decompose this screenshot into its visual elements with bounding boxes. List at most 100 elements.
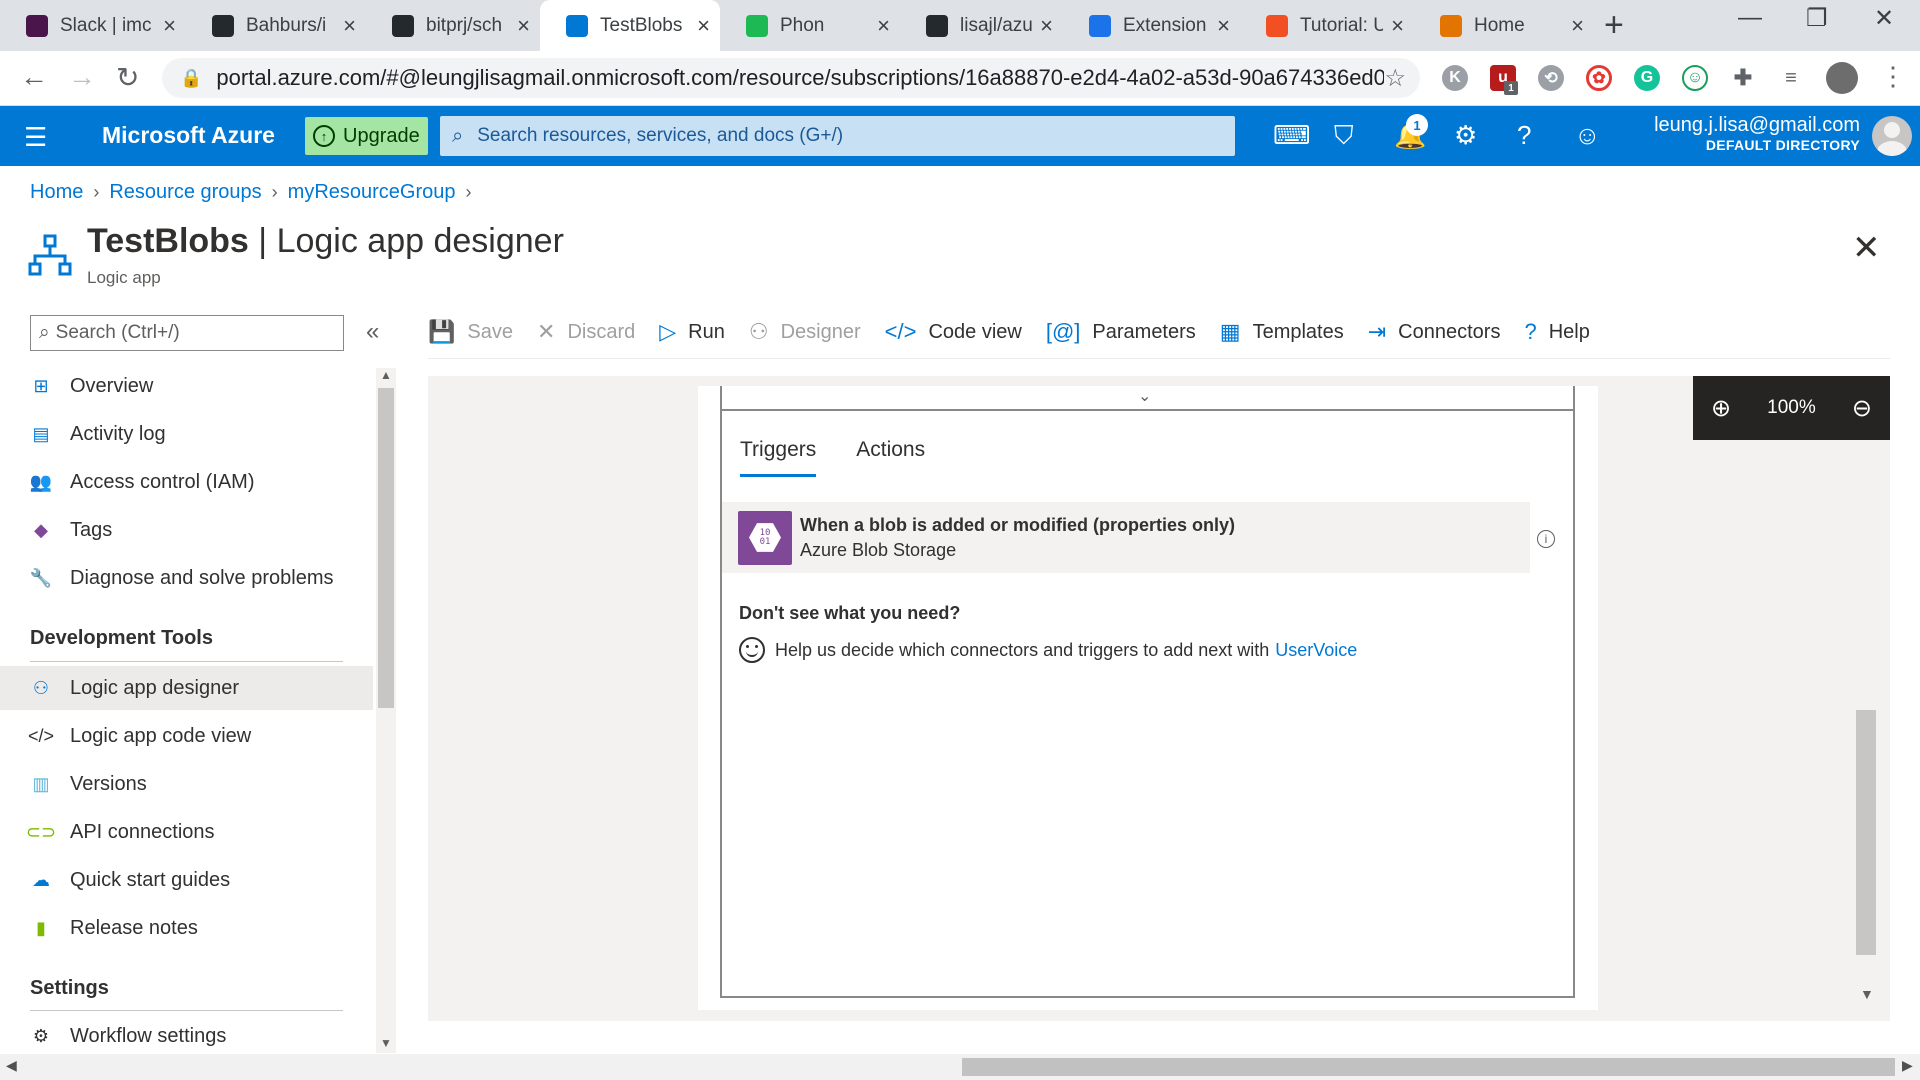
chevron-down-icon[interactable]: ⌄ <box>1138 386 1151 406</box>
sidebar-item[interactable]: ☁ Quick start guides <box>0 858 373 902</box>
browser-tab[interactable]: Bahburs/i × <box>186 0 366 51</box>
close-blade-icon[interactable]: ✕ <box>1852 228 1881 268</box>
connectors-button[interactable]: ⇥ Connectors <box>1368 319 1501 345</box>
zoom-in-icon[interactable]: ⊕ <box>1711 394 1731 423</box>
gear-icon: ⚙ <box>32 1025 50 1046</box>
sidebar-item[interactable]: </> Logic app code view <box>0 714 373 758</box>
close-tab-icon[interactable]: × <box>517 13 530 39</box>
smiley-extension-icon[interactable]: ☺ <box>1682 65 1708 91</box>
azure-brand[interactable]: Microsoft Azure <box>102 122 275 149</box>
nav-search-input[interactable]: ⌕ Search (Ctrl+/) <box>30 315 344 351</box>
sidebar-item[interactable]: 👥 Access control (IAM) <box>0 460 373 504</box>
browser-tab[interactable]: bitprj/sch × <box>366 0 540 51</box>
breadcrumb-home[interactable]: Home <box>30 181 83 204</box>
canvas-scroll-thumb[interactable] <box>1856 710 1876 955</box>
sidebar-item[interactable]: ⊞ Overview <box>0 364 373 408</box>
nav-scrollbar[interactable]: ▲ ▼ <box>376 368 396 1053</box>
page-title: TestBlobs | Logic app designer <box>87 222 564 261</box>
browser-tab[interactable]: TestBlobs × <box>540 0 720 51</box>
directory-filter-icon[interactable]: ⛉ <box>1334 120 1354 152</box>
close-tab-icon[interactable]: × <box>1217 13 1230 39</box>
browser-menu-icon[interactable]: ⋮ <box>1880 61 1906 92</box>
user-avatar[interactable] <box>1872 116 1912 156</box>
browser-tab[interactable]: Extension × <box>1063 0 1240 51</box>
sidebar-item[interactable]: ▤ Activity log <box>0 412 373 456</box>
global-search-input[interactable]: ⌕ Search resources, services, and docs (… <box>440 116 1235 156</box>
help-question-icon[interactable]: ? <box>1517 120 1531 151</box>
browser-tab[interactable]: Slack | imc × <box>0 0 186 51</box>
back-icon[interactable]: ← <box>20 61 48 93</box>
browser-tab[interactable]: Phon × <box>720 0 900 51</box>
parameters-button[interactable]: [@] Parameters <box>1046 319 1196 345</box>
zoom-out-icon[interactable]: ⊖ <box>1852 394 1872 423</box>
scroll-right-icon[interactable]: ▶ <box>1902 1057 1913 1074</box>
forward-icon[interactable]: → <box>68 61 96 93</box>
sidebar-item[interactable]: ⚇ Logic app designer <box>0 666 373 710</box>
close-tab-icon[interactable]: × <box>697 13 710 39</box>
extension-icon[interactable]: ✿ <box>1586 65 1612 91</box>
close-tab-icon[interactable]: × <box>1571 13 1584 39</box>
close-tab-icon[interactable]: × <box>343 13 356 39</box>
designer-button[interactable]: ⚇ Designer <box>749 319 861 345</box>
url-text[interactable]: portal.azure.com/#@leungjlisagmail.onmic… <box>216 65 1384 91</box>
feedback-smiley-icon[interactable]: ☺ <box>1574 120 1601 151</box>
sidebar-item[interactable]: ⊂⊃ API connections <box>0 810 373 854</box>
sidebar-item[interactable]: ▮ Release notes <box>0 906 373 950</box>
sidebar-item[interactable]: ◆ Tags <box>0 508 373 552</box>
restore-button[interactable]: ❐ <box>1806 4 1828 33</box>
cloud-shell-icon[interactable]: ⌨ <box>1273 120 1311 151</box>
browser-tab[interactable]: lisajl/azur × <box>900 0 1063 51</box>
page-scroll-thumb[interactable] <box>962 1058 1895 1076</box>
scroll-down-icon[interactable]: ▼ <box>380 1036 392 1050</box>
uservoice-link[interactable]: UserVoice <box>1275 640 1357 661</box>
tab-triggers[interactable]: Triggers <box>740 438 817 477</box>
minimize-button[interactable]: — <box>1738 4 1762 32</box>
sidebar-item[interactable]: ⚙ Workflow settings <box>0 1014 373 1058</box>
scroll-up-icon[interactable]: ▲ <box>380 368 392 382</box>
close-tab-icon[interactable]: × <box>163 13 176 39</box>
parameters-label: Parameters <box>1092 320 1196 343</box>
profile-avatar-icon[interactable] <box>1826 62 1858 94</box>
templates-button[interactable]: ▦ Templates <box>1220 319 1344 345</box>
code-view-button[interactable]: </> Code view <box>885 319 1022 345</box>
url-omnibox[interactable]: 🔒 portal.azure.com/#@leungjlisagmail.onm… <box>162 58 1420 98</box>
close-window-button[interactable]: ✕ <box>1874 4 1894 33</box>
close-tab-icon[interactable]: × <box>1391 13 1404 39</box>
breadcrumb-resource-groups[interactable]: Resource groups <box>109 181 261 204</box>
account-info[interactable]: leung.j.lisa@gmail.com DEFAULT DIRECTORY <box>1654 114 1860 153</box>
tab-actions[interactable]: Actions <box>856 438 925 477</box>
new-tab-button[interactable]: + <box>1604 6 1624 45</box>
info-icon[interactable]: i <box>1537 530 1555 548</box>
discard-button[interactable]: ✕ Discard <box>537 319 635 345</box>
extensions-puzzle-icon[interactable]: ✚ <box>1730 65 1756 91</box>
extension-icon[interactable]: K <box>1442 65 1468 91</box>
breadcrumb-resource-group[interactable]: myResourceGroup <box>288 181 456 204</box>
quickstart-icon: ☁ <box>32 869 50 890</box>
bookmark-star-icon[interactable]: ☆ <box>1384 64 1406 93</box>
settings-gear-icon[interactable]: ⚙ <box>1454 120 1477 151</box>
close-tab-icon[interactable]: × <box>1040 13 1053 39</box>
run-button[interactable]: ▷ Run <box>659 319 725 345</box>
scroll-left-icon[interactable]: ◀ <box>6 1057 17 1074</box>
sidebar-item[interactable]: 🔧 Diagnose and solve problems <box>0 556 373 600</box>
nav-scroll-thumb[interactable] <box>378 388 394 708</box>
hamburger-menu-icon[interactable]: ☰ <box>24 122 47 153</box>
close-tab-icon[interactable]: × <box>877 13 890 39</box>
help-button[interactable]: ? Help <box>1524 319 1589 345</box>
browser-tab[interactable]: Home × <box>1414 0 1594 51</box>
collapse-nav-icon[interactable]: « <box>366 318 379 346</box>
browser-tab[interactable]: Tutorial: U × <box>1240 0 1414 51</box>
connectors-icon: ⇥ <box>1367 319 1387 344</box>
grammarly-icon[interactable]: G <box>1634 65 1660 91</box>
scroll-down-icon[interactable]: ▼ <box>1860 986 1874 1002</box>
extension-icon[interactable]: ⟲ <box>1538 65 1564 91</box>
sidebar-item[interactable]: ▥ Versions <box>0 762 373 806</box>
smiley-icon <box>739 637 765 663</box>
save-button[interactable]: 💾 Save <box>428 319 513 345</box>
ext-badge: 1 <box>1504 81 1518 95</box>
upgrade-button[interactable]: ↑ Upgrade <box>305 117 428 155</box>
media-control-icon[interactable]: ≡ <box>1778 65 1804 91</box>
reload-icon[interactable]: ↻ <box>116 61 139 94</box>
page-horizontal-scrollbar[interactable]: ◀ ▶ <box>0 1054 1920 1080</box>
blob-trigger-item[interactable]: 10 01 When a blob is added or modified (p… <box>722 502 1530 573</box>
